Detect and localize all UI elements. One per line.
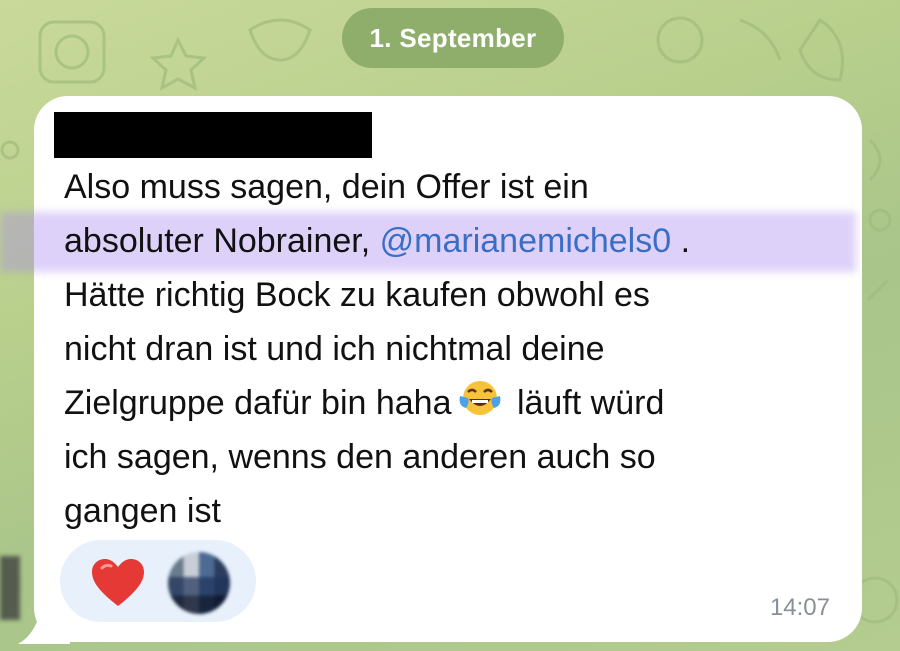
message-timestamp: 14:07 xyxy=(769,594,830,621)
message-line: absoluter Nobrainer, @marianemichels0 . xyxy=(64,214,844,268)
date-separator: 1. September xyxy=(342,8,564,68)
message-text-segment: absoluter Nobrainer, xyxy=(64,222,380,260)
message-text-segment: . xyxy=(671,222,691,260)
message-line: ich sagen, wenns den anderen auch so xyxy=(64,438,656,476)
message-text: Also muss sagen, dein Offer ist ein abso… xyxy=(64,160,844,538)
tears-of-joy-icon xyxy=(459,381,500,415)
mention-link[interactable]: @marianemichels0 xyxy=(380,222,672,260)
message-line: Zielgruppe dafür bin haha läuft würd xyxy=(64,376,844,430)
message-text-segment: Zielgruppe dafür bin haha xyxy=(64,384,452,422)
message-line: Hätte richtig Bock zu kaufen obwohl es xyxy=(64,276,650,314)
reactor-avatar[interactable] xyxy=(168,552,230,614)
message-line: nicht dran ist und ich nichtmal deine xyxy=(64,330,605,368)
message-line: gangen ist xyxy=(64,492,221,530)
side-artifact xyxy=(0,556,20,620)
sender-name-redacted xyxy=(54,112,372,158)
message-text-segment: läuft würd xyxy=(507,384,665,422)
message-line: Also muss sagen, dein Offer ist ein xyxy=(64,168,589,206)
heart-icon xyxy=(92,559,144,606)
